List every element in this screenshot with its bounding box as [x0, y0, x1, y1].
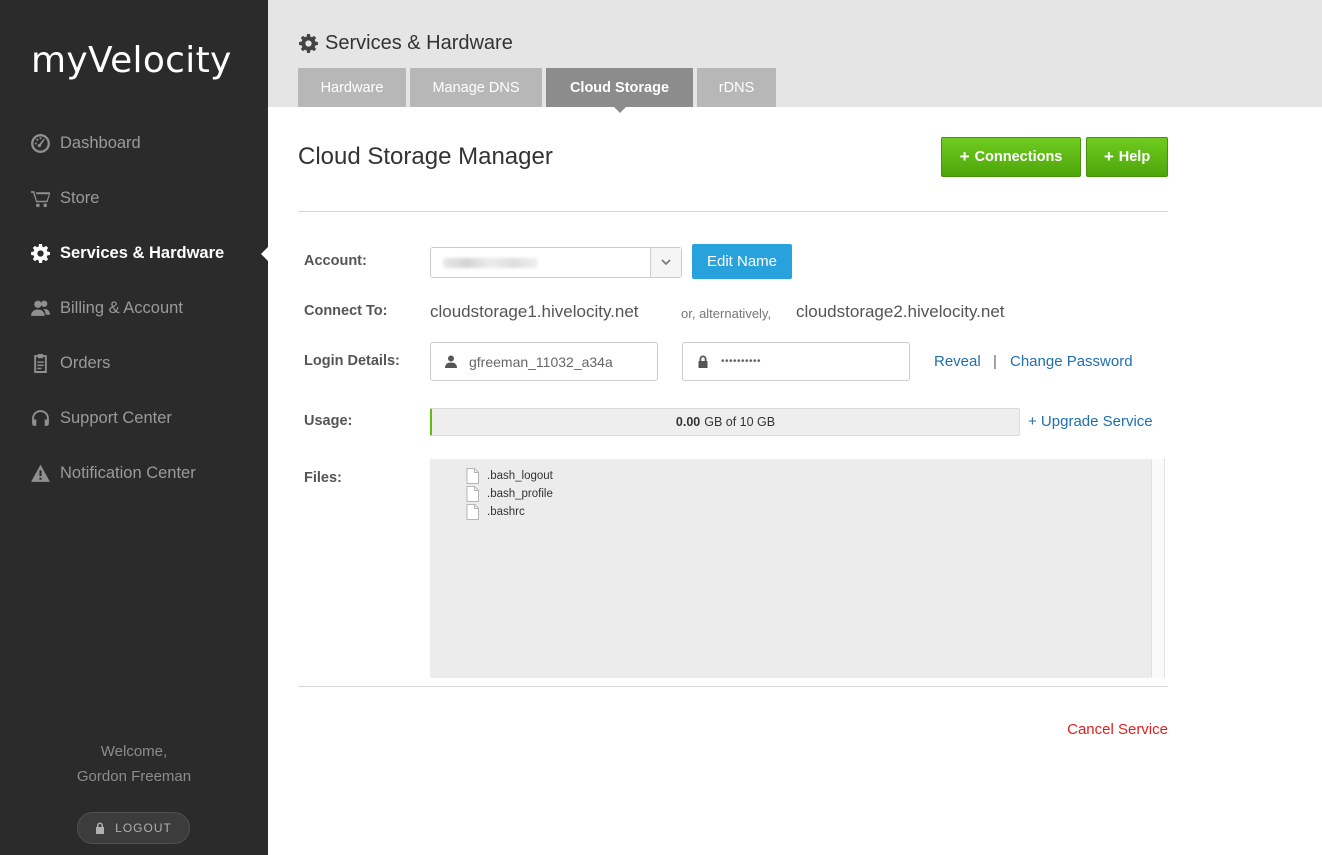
file-name: .bash_profile	[487, 488, 553, 500]
page-header: Services & Hardware Hardware Manage DNS …	[268, 0, 1322, 113]
file-icon	[466, 468, 479, 484]
alternative-text: or, alternatively,	[681, 306, 772, 321]
username-value: gfreeman_11032_a34a	[469, 353, 613, 370]
divider	[298, 686, 1168, 687]
connections-label: Connections	[974, 149, 1063, 165]
logout-label: LOGOUT	[115, 821, 172, 835]
file-item[interactable]: .bash_profile	[466, 486, 553, 502]
users-icon	[30, 298, 51, 319]
account-select[interactable]	[430, 247, 682, 278]
help-label: Help	[1118, 149, 1151, 165]
file-icon	[466, 486, 479, 502]
usage-used: 0.00	[675, 415, 701, 429]
link-separator: |	[993, 353, 997, 370]
plus-icon: +	[1103, 147, 1114, 166]
tab-rdns[interactable]: rDNS	[697, 68, 776, 107]
sidebar-item-billing-account[interactable]: Billing & Account	[0, 281, 268, 336]
connect-label: Connect To:	[304, 303, 388, 319]
file-item[interactable]: .bash_logout	[466, 468, 553, 484]
account-label: Account:	[304, 253, 367, 269]
cart-icon	[30, 188, 51, 209]
usage-progress-bar: 0.00 GB of 10 GB	[430, 408, 1020, 436]
reveal-link[interactable]: Reveal	[934, 353, 981, 370]
file-name: .bashrc	[487, 506, 525, 518]
tab-hardware[interactable]: Hardware	[298, 68, 406, 107]
section-title-text: Services & Hardware	[325, 32, 513, 54]
sidebar-item-services-hardware[interactable]: Services & Hardware	[0, 226, 268, 281]
welcome-message: Welcome, Gordon Freeman	[0, 739, 268, 789]
brand-logo[interactable]: myVelocity	[31, 40, 232, 81]
username-field[interactable]: gfreeman_11032_a34a	[430, 342, 658, 381]
tab-bar: Hardware Manage DNS Cloud Storage rDNS	[298, 68, 780, 113]
welcome-line: Welcome,	[100, 743, 168, 760]
clipboard-icon	[30, 353, 51, 374]
sidebar-item-label: Services & Hardware	[60, 244, 225, 262]
sidebar-nav: Dashboard Store Services & Hardware Bill…	[0, 116, 268, 501]
file-icon	[466, 504, 479, 520]
connections-button[interactable]: + Connections	[941, 137, 1081, 177]
sidebar-item-orders[interactable]: Orders	[0, 336, 268, 391]
help-button[interactable]: + Help	[1086, 137, 1168, 177]
lock-icon	[698, 355, 708, 368]
usage-total: GB of 10 GB	[704, 415, 776, 429]
headset-icon	[30, 408, 51, 429]
sidebar-item-label: Support Center	[60, 409, 172, 427]
gear-icon	[30, 243, 51, 264]
logout-button[interactable]: LOGOUT	[77, 812, 190, 844]
login-label: Login Details:	[304, 353, 400, 369]
sidebar-item-label: Store	[60, 189, 100, 207]
sidebar-item-notification-center[interactable]: Notification Center	[0, 446, 268, 501]
warning-icon	[30, 463, 51, 484]
section-title: Services & Hardware	[298, 32, 513, 55]
host-secondary: cloudstorage2.hivelocity.net	[796, 302, 1005, 321]
host-primary: cloudstorage1.hivelocity.net	[430, 302, 639, 321]
upgrade-service-link[interactable]: + Upgrade Service	[1028, 413, 1153, 430]
file-browser[interactable]: .bash_logout .bash_profile .bashrc	[430, 459, 1151, 678]
sidebar-item-label: Notification Center	[60, 464, 196, 482]
sidebar-item-store[interactable]: Store	[0, 171, 268, 226]
file-name: .bash_logout	[487, 470, 553, 482]
cancel-service-link[interactable]: Cancel Service	[1067, 721, 1168, 738]
sidebar: myVelocity Dashboard Store Services & Ha…	[0, 0, 268, 855]
password-field[interactable]: ••••••••••	[682, 342, 910, 381]
user-name: Gordon Freeman	[76, 768, 192, 785]
account-value-redacted	[443, 258, 538, 268]
usage-label: Usage:	[304, 413, 353, 429]
divider	[298, 211, 1168, 212]
user-icon	[445, 355, 457, 368]
file-item[interactable]: .bashrc	[466, 504, 525, 520]
page-title: Cloud Storage Manager	[298, 143, 553, 170]
change-password-link[interactable]: Change Password	[1010, 353, 1133, 370]
sidebar-item-label: Dashboard	[60, 134, 141, 152]
tab-manage-dns[interactable]: Manage DNS	[410, 68, 542, 107]
sidebar-item-dashboard[interactable]: Dashboard	[0, 116, 268, 171]
file-browser-scrollbar[interactable]	[1151, 459, 1165, 678]
dashboard-icon	[30, 133, 51, 154]
lock-icon	[96, 822, 105, 834]
chevron-down-icon[interactable]	[650, 248, 681, 277]
sidebar-item-support-center[interactable]: Support Center	[0, 391, 268, 446]
password-value: ••••••••••	[721, 356, 762, 367]
plus-icon: +	[959, 147, 970, 166]
tab-cloud-storage[interactable]: Cloud Storage	[546, 68, 693, 113]
sidebar-item-label: Orders	[60, 354, 111, 372]
gear-icon	[299, 34, 318, 53]
edit-name-button[interactable]: Edit Name	[692, 244, 792, 279]
sidebar-item-label: Billing & Account	[60, 299, 183, 317]
files-label: Files:	[304, 470, 342, 486]
